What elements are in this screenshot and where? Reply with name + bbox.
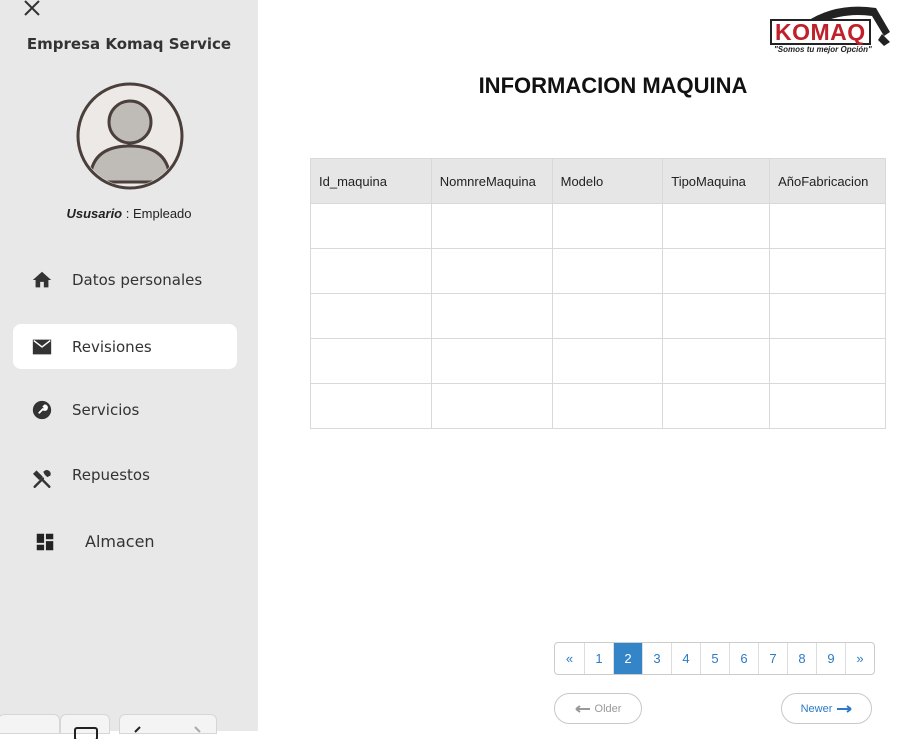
wrench-icon [32, 400, 52, 419]
sidebar-item-label: Datos personales [72, 270, 203, 289]
page-7-button[interactable]: 7 [758, 643, 787, 674]
column-header-nombre[interactable]: NomnreMaquina [430, 158, 553, 204]
sidebar-item-revisiones[interactable]: Revisiones [13, 324, 237, 369]
sidebar-item-repuestos[interactable]: Repuestos [13, 452, 237, 497]
sidebar-item-label: Repuestos [72, 466, 150, 484]
column-header-modelo[interactable]: Modelo [551, 158, 664, 204]
page-8-button[interactable]: 8 [787, 643, 816, 674]
home-icon [32, 271, 52, 287]
bottom-tab[interactable] [60, 714, 110, 739]
sidebar-item-label: Revisiones [72, 337, 152, 356]
sidebar-item-label: Servicios [72, 400, 140, 419]
arrow-right-icon [194, 726, 201, 733]
table-row[interactable] [310, 383, 886, 429]
sidebar-item-almacen[interactable]: Almacen [13, 519, 237, 564]
arrow-left-icon [574, 704, 590, 713]
close-icon[interactable] [22, 0, 42, 20]
older-button[interactable]: Older [554, 693, 642, 724]
user-info: Ususario : Empleado [0, 206, 258, 221]
table-row[interactable] [310, 293, 886, 339]
page-6-button[interactable]: 6 [729, 643, 758, 674]
user-key: Ususario [66, 206, 123, 221]
page-4-button[interactable]: 4 [671, 643, 700, 674]
sidebar-item-datos-personales[interactable]: Datos personales [13, 257, 237, 302]
mail-icon [32, 339, 52, 354]
dashboard-icon [36, 533, 54, 550]
page-title: INFORMACION MAQUINA [478, 73, 748, 98]
column-header-tipo[interactable]: TipoMaquina [662, 158, 771, 204]
avatar-icon [76, 82, 184, 190]
page-5-button[interactable]: 5 [700, 643, 729, 674]
bottom-tab[interactable] [119, 714, 217, 734]
older-label: Older [594, 702, 622, 715]
page-3-button[interactable]: 3 [642, 643, 671, 674]
newer-label: Newer [800, 702, 833, 715]
page-9-button[interactable]: 9 [816, 643, 845, 674]
page-2-button[interactable]: 2 [613, 643, 642, 674]
tools-icon [32, 469, 51, 488]
newer-button[interactable]: Newer [781, 693, 872, 724]
table-row[interactable] [310, 248, 886, 294]
company-name: Empresa Komaq Service [26, 35, 232, 53]
sidebar-item-label: Almacen [85, 532, 155, 551]
column-header-anio[interactable]: AñoFabricacion [769, 158, 886, 204]
logo-brand: KOMAQ [770, 19, 871, 45]
table-row[interactable] [310, 338, 886, 384]
window-icon [74, 727, 98, 739]
sidebar: Empresa Komaq Service Ususario : Emplead… [0, 0, 258, 739]
arrow-right-icon [837, 704, 852, 713]
page-prev-button[interactable]: « [555, 643, 584, 674]
arrow-left-icon [134, 726, 141, 733]
user-separator: : [122, 206, 133, 221]
komaq-logo: KOMAQ "Somos tu mejor Opción" [766, 0, 894, 62]
page-1-button[interactable]: 1 [584, 643, 613, 674]
page-next-button[interactable]: » [845, 643, 874, 674]
table-row[interactable] [310, 203, 886, 249]
bottom-tab[interactable] [0, 714, 60, 734]
user-role: Empleado [132, 206, 192, 221]
machine-table: Id_maquina NomnreMaquina Modelo TipoMaqu… [310, 158, 886, 429]
logo-tagline: "Somos tu mejor Opción" [774, 45, 872, 54]
pagination: « 1 2 3 4 5 6 7 8 9 » [554, 642, 875, 675]
sidebar-item-servicios[interactable]: Servicios [13, 387, 237, 432]
table-header-row: Id_maquina NomnreMaquina Modelo TipoMaqu… [310, 158, 886, 204]
column-header-id[interactable]: Id_maquina [310, 158, 432, 204]
